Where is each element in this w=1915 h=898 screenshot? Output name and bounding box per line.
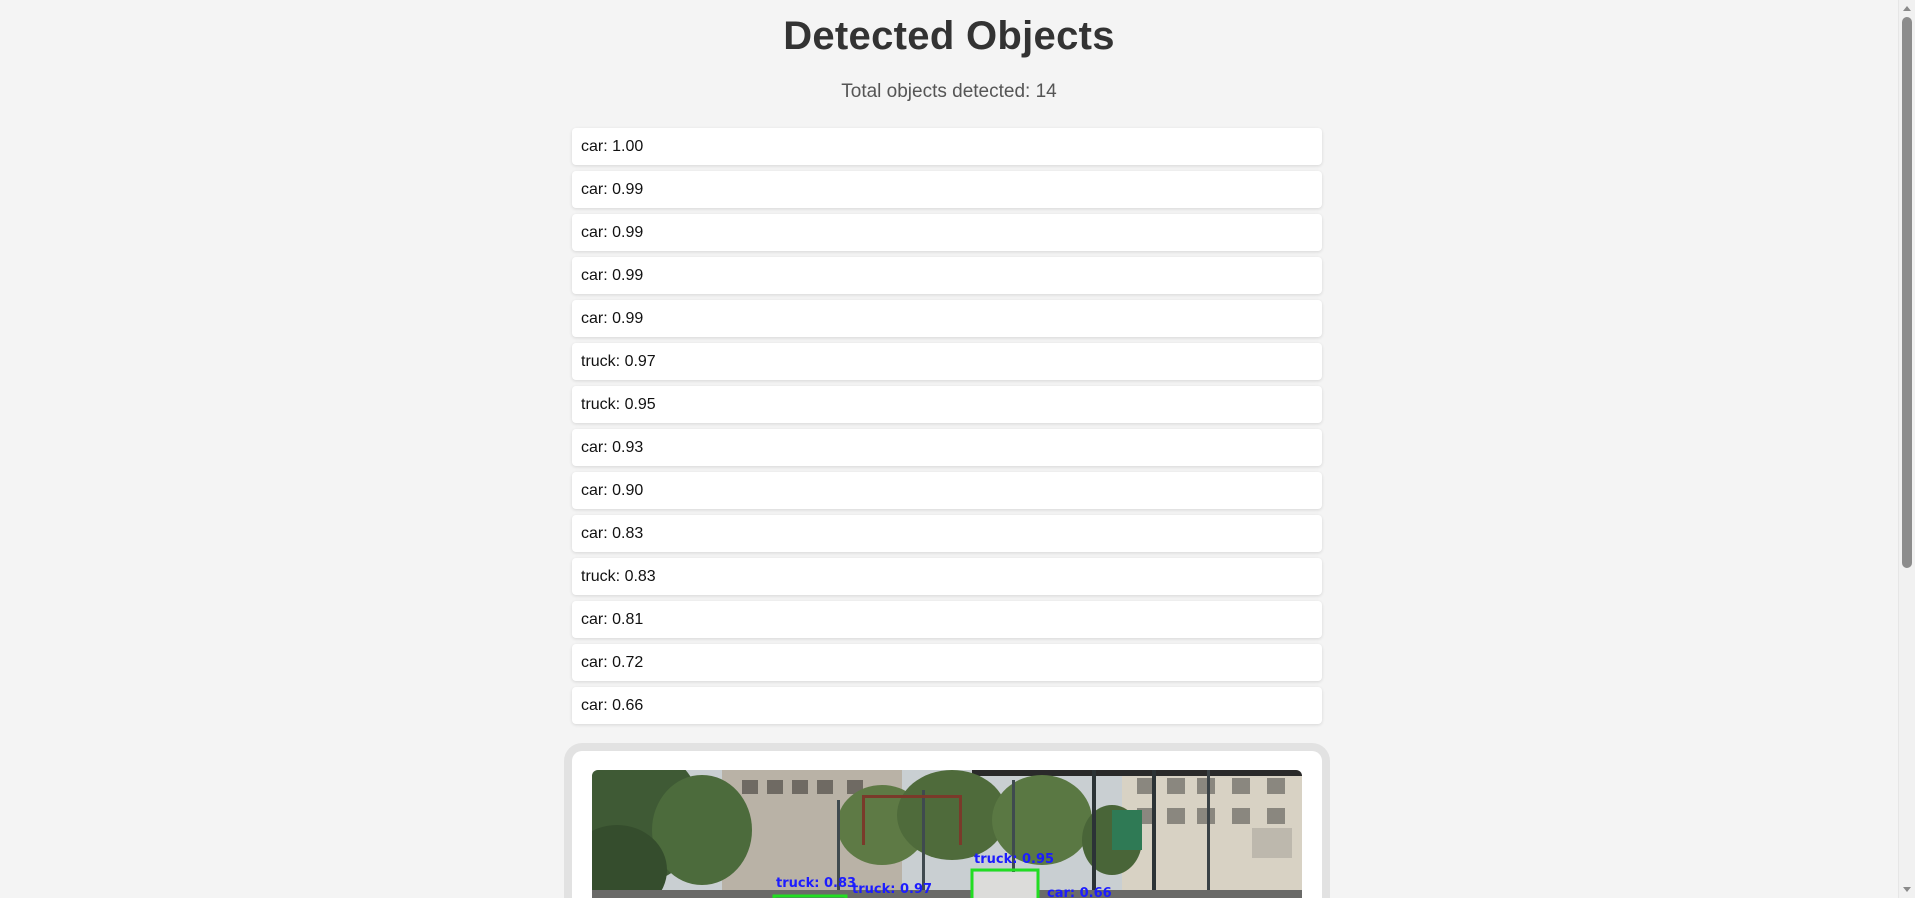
list-item: car: 0.81: [572, 601, 1322, 638]
street-scene-illustration: [592, 770, 1302, 898]
overlay-label: truck: 0.97: [852, 882, 933, 897]
list-item: car: 0.83: [572, 515, 1322, 552]
list-item: truck: 0.83: [572, 558, 1322, 595]
list-item: car: 1.00: [572, 128, 1322, 165]
list-item: car: 0.66: [572, 687, 1322, 724]
scroll-up-icon[interactable]: [1903, 6, 1911, 11]
scroll-down-icon[interactable]: [1903, 887, 1911, 892]
list-item: car: 0.93: [572, 429, 1322, 466]
overlay-label: car: 0.66: [1047, 886, 1112, 898]
list-item: truck: 0.95: [572, 386, 1322, 423]
annotated-street-image: truck: 0.95 truck: 0.83 truck: 0.97 car:…: [592, 770, 1302, 898]
list-item: car: 0.99: [572, 214, 1322, 251]
list-item: car: 0.99: [572, 257, 1322, 294]
list-item: car: 0.99: [572, 171, 1322, 208]
detection-count: Total objects detected: 14: [841, 81, 1057, 102]
overlay-label: truck: 0.95: [974, 852, 1055, 867]
page-title: Detected Objects: [783, 14, 1115, 58]
list-item: car: 0.72: [572, 644, 1322, 681]
vertical-scrollbar[interactable]: [1898, 0, 1915, 898]
page: Detected Objects Total objects detected:…: [0, 0, 1898, 898]
scrollbar-thumb[interactable]: [1902, 17, 1912, 568]
annotated-image-card: truck: 0.95 truck: 0.83 truck: 0.97 car:…: [572, 751, 1322, 898]
detection-list: car: 1.00 car: 0.99 car: 0.99 car: 0.99 …: [572, 128, 1322, 730]
list-item: car: 0.90: [572, 472, 1322, 509]
overlay-label: truck: 0.83: [776, 876, 857, 891]
list-item: truck: 0.97: [572, 343, 1322, 380]
list-item: car: 0.99: [572, 300, 1322, 337]
